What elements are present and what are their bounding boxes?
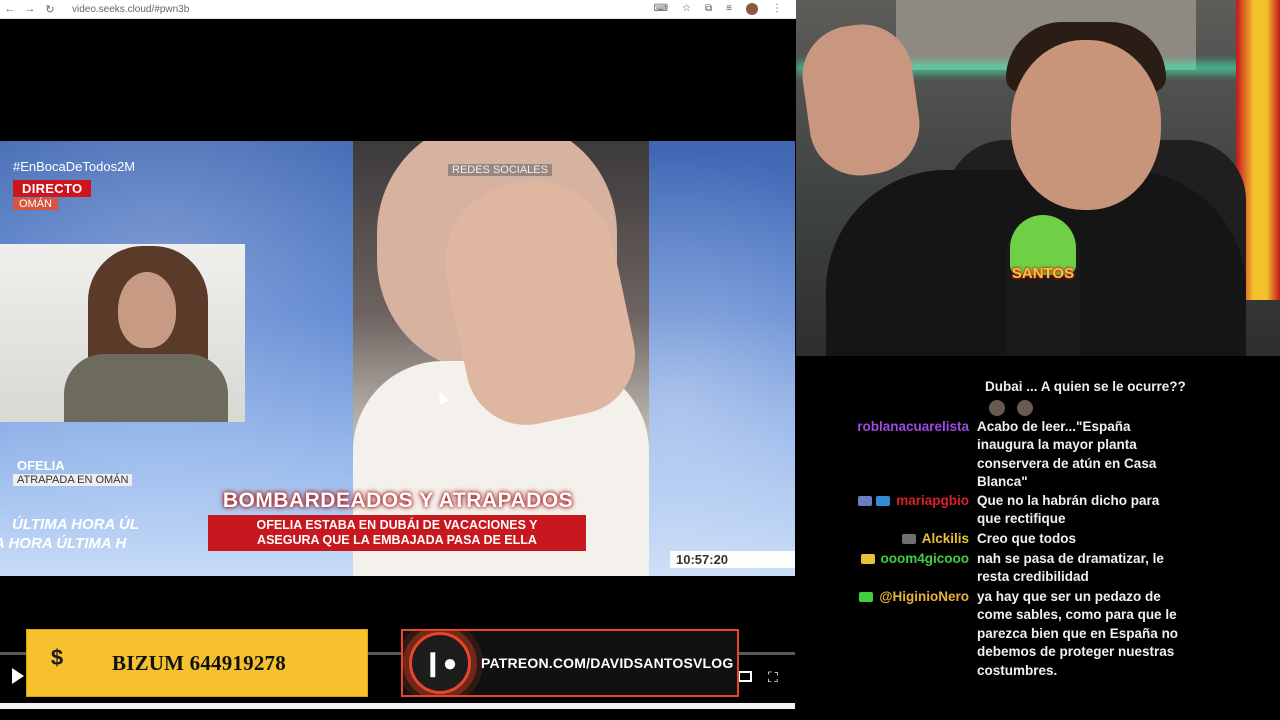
subheadline-line: OFELIA ESTABA EN DUBÁI DE VACACIONES Y: [256, 518, 538, 532]
chat-message: ooom4gicooo nah se pasa de dramatizar, le…: [796, 550, 1267, 587]
emote-icon: [1017, 400, 1033, 416]
more-menu-icon[interactable]: ⋮: [772, 3, 782, 15]
fullscreen-icon[interactable]: ⛶: [768, 670, 782, 684]
chat-username-text[interactable]: ooom4gicooo: [881, 551, 970, 566]
back-icon[interactable]: ←: [0, 3, 20, 15]
chat-username-text[interactable]: mariapgbio: [896, 493, 969, 508]
chat-username[interactable]: ooom4gicooo: [796, 550, 977, 587]
chat-message-line: resta credibilidad: [977, 569, 1089, 585]
chat-message: roblanacuarelista Acabo de leer..."España…: [796, 418, 1267, 492]
window-bottom-strip: [0, 703, 795, 709]
media-queue-icon[interactable]: ≡: [726, 3, 732, 15]
chat-username[interactable]: @HiginioNero: [796, 588, 977, 680]
chat-message-line: debemos de proteger nuestras: [977, 644, 1175, 660]
chat-message-line: nah se pasa de dramatizar, le: [977, 551, 1164, 566]
play-icon[interactable]: [12, 668, 24, 684]
microphone-label: SANTOS: [1011, 265, 1075, 282]
chat-message-line: parezca bien que en España no: [977, 625, 1179, 641]
headline: BOMBARDEADOS Y ATRAPADOS: [222, 489, 574, 512]
guest-face: [118, 272, 176, 348]
reload-icon[interactable]: ↻: [40, 3, 60, 16]
translate-icon[interactable]: ⌨: [654, 3, 668, 15]
patreon-text: PATREON.COM/DAVIDSANTOSVLOG: [481, 655, 734, 671]
extensions-icon[interactable]: ⧉: [705, 3, 712, 15]
chat-message-text: Que no la habrán dicho para que rectifiqu…: [977, 492, 1267, 529]
chat-message-line: que rectifique: [977, 511, 1066, 527]
video-player[interactable]: #EnBocaDeTodos2M DIRECTO OMÁN REDES SOCI…: [0, 141, 795, 576]
chat-message-line: come sables, como para que le: [977, 607, 1177, 623]
guest-video-window: [0, 244, 245, 422]
address-bar[interactable]: video.seeks.cloud/#pwn3b: [72, 4, 654, 15]
chat-username[interactable]: roblanacuarelista: [796, 418, 977, 492]
chat-message-line: Creo que todos: [977, 531, 1077, 546]
chat-message-text: Acabo de leer..."España inaugura la mayor…: [977, 418, 1267, 492]
chat-message: Alckilis Creo que todos: [796, 530, 1267, 548]
ticker-row: ÚLTIMA HORA ÚL: [12, 516, 139, 533]
picture-in-picture-icon[interactable]: [738, 671, 752, 682]
ticker-row: A HORA ÚLTIMA H: [0, 535, 127, 552]
user-badge-icon: [859, 592, 874, 603]
chat-message-line: conservera de atún en Casa: [977, 455, 1157, 471]
chat-message-line: Que no la habrán dicho para: [977, 493, 1160, 508]
subheadline: OFELIA ESTABA EN DUBÁI DE VACACIONES Y A…: [208, 515, 586, 551]
breaking-news-ticker: ÚLTIMA HORA ÚL A HORA ÚLTIMA H: [0, 515, 215, 555]
chat-partial-message: Dubai ... A quien se le ocurre??: [985, 379, 1186, 394]
broadcast-clock: 10:57:20: [670, 551, 795, 568]
profile-avatar[interactable]: [746, 3, 758, 15]
subheadline-line: ASEGURA QUE LA EMBAJADA PASA DE ELLA: [257, 533, 537, 547]
forward-icon[interactable]: →: [20, 3, 40, 15]
chat-message-line: ya hay que ser un pedazo de: [977, 589, 1161, 604]
chat-message-line: Acabo de leer..."España: [977, 419, 1131, 434]
guest-name: OFELIA: [17, 458, 65, 473]
chat-username[interactable]: mariapgbio: [796, 492, 977, 529]
chat-username[interactable]: Alckilis: [796, 530, 977, 548]
chat-emotes: [989, 400, 1033, 416]
chat-message: @HiginioNero ya hay que ser un pedazo de c…: [796, 588, 1267, 680]
browser-toolbar: ← → ↻ video.seeks.cloud/#pwn3b ⌨ ☆ ⧉ ≡ ⋮: [0, 0, 796, 19]
bizum-banner: $ BIZUM 644919278: [26, 629, 368, 697]
guest-body: [64, 354, 228, 422]
chat-username-text[interactable]: roblanacuarelista: [857, 419, 969, 434]
dollar-icon: $: [50, 645, 64, 670]
chat-message-text: ya hay que ser un pedazo de come sables, …: [977, 588, 1267, 680]
emote-icon: [989, 400, 1005, 416]
chat-badges: [860, 554, 875, 565]
chat-message: mariapgbio Que no la habrán dicho para que…: [796, 492, 1267, 529]
patreon-logo-icon: ❙●: [409, 632, 471, 694]
user-badge-icon: [876, 496, 891, 507]
user-badge-icon: [901, 534, 916, 545]
guest-caption: ATRAPADA EN OMÁN: [13, 474, 133, 486]
user-badge-icon: [860, 554, 875, 565]
chat-message-line: Blanca": [977, 474, 1028, 490]
live-badge: DIRECTO: [13, 180, 92, 197]
user-badge-icon: [858, 496, 873, 507]
chat-panel: Dubai ... A quien se le ocurre?? roblana…: [796, 356, 1280, 720]
source-label: REDES SOCIALES: [447, 163, 553, 177]
chat-badges: [858, 496, 891, 507]
chat-message-line: costumbres.: [977, 662, 1058, 678]
chat-message-line: inaugura la mayor planta: [977, 437, 1137, 453]
show-hashtag: #EnBocaDeTodos2M: [13, 159, 136, 174]
chat-username-text[interactable]: Alckilis: [922, 531, 969, 546]
bookmark-star-icon[interactable]: ☆: [682, 3, 691, 15]
chat-badges: [859, 592, 874, 603]
patreon-banner: ❙● PATREON.COM/DAVIDSANTOSVLOG: [401, 629, 739, 697]
chat-username-text[interactable]: @HiginioNero: [879, 589, 969, 604]
chat-message-text: nah se pasa de dramatizar, le resta credi…: [977, 550, 1267, 587]
bizum-text: BIZUM 644919278: [112, 650, 286, 675]
location-badge: OMÁN: [13, 198, 58, 210]
screen: ← → ↻ video.seeks.cloud/#pwn3b ⌨ ☆ ⧉ ≡ ⋮…: [0, 0, 1280, 720]
streamer-webcam: SANTOS: [796, 0, 1280, 356]
chat-message-text: Creo que todos: [977, 530, 1267, 548]
chat-badges: [901, 534, 916, 545]
streamer-face: [1011, 40, 1161, 210]
